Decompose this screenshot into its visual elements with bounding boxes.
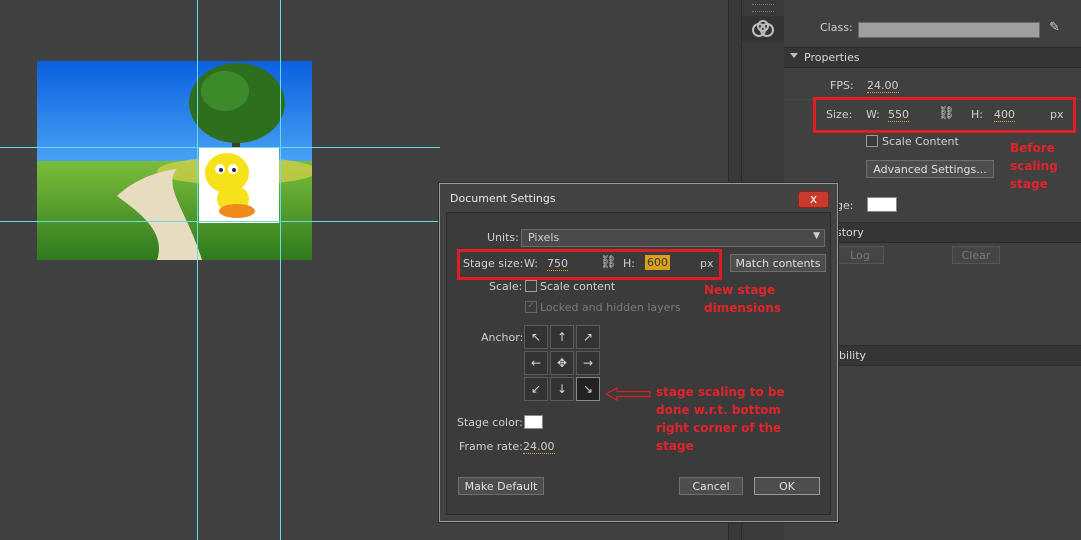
anchor-top-right[interactable]: ↗ (576, 325, 600, 349)
close-button[interactable]: x (798, 191, 829, 208)
anchor-middle-right[interactable]: → (576, 351, 600, 375)
anchor-top-left[interactable]: ↖ (524, 325, 548, 349)
units-select[interactable]: Pixels ▼ (521, 229, 825, 247)
collapse-triangle-icon (790, 53, 798, 58)
frame-rate-label: Frame rate: (459, 440, 523, 453)
properties-header-label: Properties (804, 51, 860, 64)
clear-button[interactable]: Clear (952, 246, 1000, 264)
anchor-center[interactable]: ✥ (550, 351, 574, 375)
match-contents-button[interactable]: Match contents (730, 254, 826, 272)
log-button[interactable]: Log (836, 246, 884, 264)
annotation-arrow-icon (605, 387, 651, 401)
creative-cloud-icon (752, 20, 774, 37)
highlight-box-stage-size (457, 249, 722, 280)
scale-content-checkbox[interactable] (525, 280, 537, 292)
fps-value[interactable]: 24.00 (867, 79, 899, 93)
stage-label: ge: (836, 199, 854, 212)
anchor-top-center[interactable]: ↑ (550, 325, 574, 349)
dialog-body: Units: Pixels ▼ Stage size: W: 750 ⛓ H: … (446, 212, 831, 515)
highlight-box-size (813, 97, 1076, 133)
anchor-bottom-right[interactable]: ↘ (576, 377, 600, 401)
anchor-bottom-left[interactable]: ↙ (524, 377, 548, 401)
annotation-new-dimensions: New stage dimensions (704, 283, 782, 315)
stage-color-label: Stage color: (457, 416, 523, 429)
ok-button[interactable]: OK (754, 477, 820, 495)
grip-icon[interactable] (752, 4, 774, 12)
make-default-button[interactable]: Make Default (458, 477, 544, 495)
properties-section-header[interactable]: Properties (784, 47, 1081, 68)
advanced-settings-button[interactable]: Advanced Settings... (866, 160, 994, 178)
dialog-title-bar[interactable]: Document Settings x (440, 184, 837, 212)
chevron-down-icon: ▼ (813, 231, 820, 241)
stage-color-swatch[interactable] (867, 197, 897, 212)
locked-hidden-label: Locked and hidden layers (540, 301, 681, 314)
scale-content-checkbox[interactable] (866, 135, 878, 147)
stage-color-swatch[interactable] (524, 415, 543, 429)
guide-horizontal-2[interactable] (0, 221, 440, 222)
stage-artwork (37, 61, 312, 260)
guide-horizontal-1[interactable] (0, 147, 440, 148)
cancel-button[interactable]: Cancel (679, 477, 743, 495)
dialog-title: Document Settings (450, 192, 556, 205)
guide-vertical-2[interactable] (280, 0, 281, 540)
units-label: Units: (487, 231, 519, 244)
pencil-icon[interactable]: ✎ (1049, 20, 1060, 35)
document-settings-dialog: Document Settings x Units: Pixels ▼ Stag… (439, 183, 838, 522)
anchor-bottom-center[interactable]: ↓ (550, 377, 574, 401)
guide-vertical-1[interactable] (197, 0, 198, 540)
scale-content-label: Scale Content (882, 135, 959, 148)
fps-label: FPS: (830, 79, 854, 92)
anchor-label: Anchor: (481, 331, 524, 344)
class-label: Class: (820, 21, 853, 34)
history-header-label: story (836, 226, 864, 239)
anchor-grid: ↖ ↑ ↗ ← ✥ → ↙ ↓ ↘ (524, 325, 602, 403)
stage-canvas[interactable] (37, 61, 312, 260)
anchor-middle-left[interactable]: ← (524, 351, 548, 375)
frame-rate-value[interactable]: 24.00 (523, 440, 555, 454)
accessibility-header-label: ibility (836, 349, 867, 362)
scale-label: Scale: (489, 280, 523, 293)
class-input[interactable] (858, 22, 1040, 38)
annotation-anchor-note: stage scaling to be done w.r.t. bottom r… (656, 385, 785, 453)
units-value: Pixels (528, 231, 560, 244)
annotation-before: Before scaling stage (1010, 141, 1058, 191)
locked-hidden-checkbox[interactable]: ✓ (525, 301, 537, 313)
cc-libraries-button[interactable] (742, 16, 784, 42)
scale-content-label: Scale content (540, 280, 616, 293)
